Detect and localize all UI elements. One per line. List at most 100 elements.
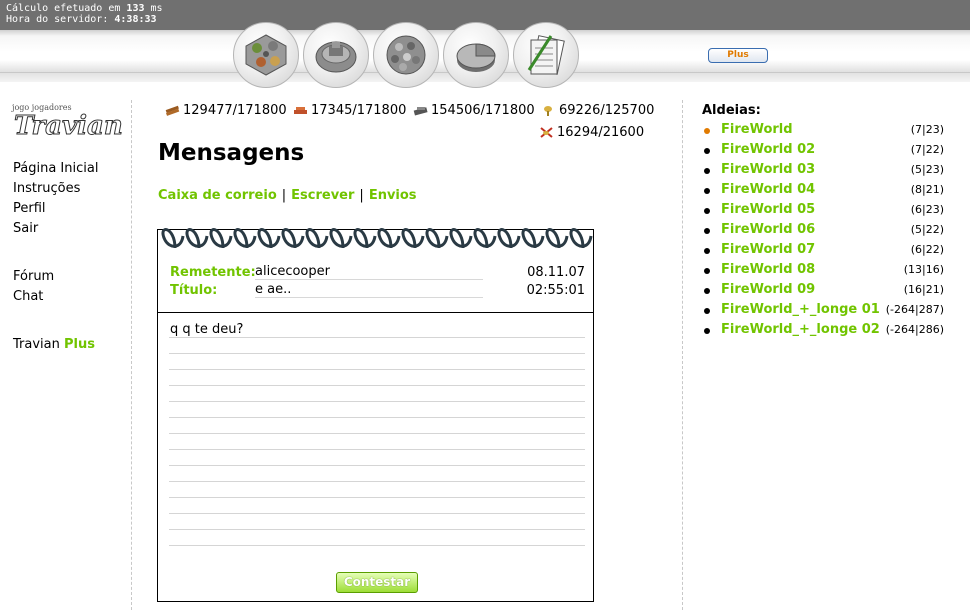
header-divider (158, 312, 593, 313)
village-coords: (13|16) (903, 263, 944, 276)
village-coords: (8|21) (910, 183, 944, 196)
ruled-line (169, 481, 585, 482)
ruled-line (169, 545, 585, 546)
spiral-ring (185, 228, 209, 249)
server-time: Hora do servidor: 4:38:33 (6, 14, 157, 25)
reply-button[interactable]: Contestar (336, 572, 418, 593)
village-overview-icon[interactable] (233, 22, 299, 88)
village-coords: (16|21) (903, 283, 944, 296)
ruled-line (169, 369, 585, 370)
village-row: FireWorld 07 (6|22) (704, 242, 944, 262)
sidebar-item-profile[interactable]: Perfil (13, 201, 46, 216)
sidebar-item-home[interactable]: Página Inicial (13, 161, 98, 176)
message-body: q q te deu? (170, 322, 244, 337)
village-row: FireWorld (7|23) (704, 122, 944, 142)
reports-messages-icon[interactable] (513, 22, 579, 88)
spiral-ring (473, 228, 497, 249)
ruled-line (169, 337, 585, 338)
spiral-ring (497, 228, 521, 249)
bullet-icon (704, 128, 710, 134)
village-coords: (7|23) (910, 123, 944, 136)
clay-icon (294, 107, 307, 114)
subnav-separator: | (359, 188, 364, 203)
village-coords: (-264|287) (885, 303, 944, 316)
ruled-line (169, 401, 585, 402)
svg-text:Travian: Travian (14, 111, 123, 139)
message-time: 02:55:01 (526, 283, 585, 298)
spiral-ring (545, 228, 569, 249)
bullet-icon (704, 188, 710, 194)
village-link[interactable]: FireWorld 04 (721, 182, 815, 197)
bullet-icon (704, 148, 710, 154)
spiral-ring (449, 228, 473, 249)
bullet-icon (704, 288, 710, 294)
sidebar-item-forum[interactable]: Fórum (13, 269, 54, 284)
bullet-icon (704, 228, 710, 234)
sidebar-item-logout[interactable]: Sair (13, 221, 38, 236)
village-link[interactable]: FireWorld 05 (721, 202, 815, 217)
bullet-icon (704, 168, 710, 174)
village-link[interactable]: FireWorld 06 (721, 222, 815, 237)
iron-icon (413, 107, 428, 116)
map-icon[interactable] (373, 22, 439, 88)
sidebar-item-instructions[interactable]: Instruções (13, 181, 80, 196)
ruled-line (169, 513, 585, 514)
village-link[interactable]: FireWorld (721, 122, 793, 137)
village-link[interactable]: FireWorld_+_longe 02 (721, 322, 880, 337)
resource-wood: 129477/171800 (165, 103, 287, 118)
ruled-line (169, 449, 585, 450)
village-row: FireWorld 06 (5|22) (704, 222, 944, 242)
bullet-icon (704, 308, 710, 314)
ruled-line (169, 353, 585, 354)
resource-crop-consumption: 16294/21600 (539, 125, 644, 140)
ruled-line (169, 529, 585, 530)
villages-title: Aldeias: (702, 103, 761, 118)
sidebar-item-travian-plus[interactable]: Travian Plus (13, 337, 95, 352)
spiral-ring (569, 228, 593, 249)
village-link[interactable]: FireWorld 08 (721, 262, 815, 277)
spiral-ring (257, 228, 281, 249)
resource-iron: 154506/171800 (413, 103, 535, 118)
village-link[interactable]: FireWorld 09 (721, 282, 815, 297)
village-coords: (-264|286) (885, 323, 944, 336)
left-column-divider (131, 100, 132, 610)
village-row: FireWorld_+_longe 01 (-264|287) (704, 302, 944, 322)
spiral-ring (329, 228, 353, 249)
wood-icon (165, 105, 180, 116)
village-center-icon[interactable] (303, 22, 369, 88)
village-coords: (6|23) (910, 203, 944, 216)
village-row: FireWorld 03 (5|23) (704, 162, 944, 182)
spiral-ring (377, 228, 401, 249)
crop-consumption-icon (540, 127, 553, 138)
village-link[interactable]: FireWorld 02 (721, 142, 815, 157)
tab-inbox[interactable]: Caixa de correio (158, 188, 277, 203)
village-link[interactable]: FireWorld 07 (721, 242, 815, 257)
village-coords: (5|23) (910, 163, 944, 176)
village-row: FireWorld 02 (7|22) (704, 142, 944, 162)
tab-sent[interactable]: Envios (369, 188, 417, 203)
sender-name[interactable]: alicecooper (255, 264, 483, 280)
village-link[interactable]: FireWorld_+_longe 01 (721, 302, 880, 317)
village-link[interactable]: FireWorld 03 (721, 162, 815, 177)
village-row: FireWorld 04 (8|21) (704, 182, 944, 202)
spiral-ring (425, 228, 449, 249)
tab-write[interactable]: Escrever (291, 188, 354, 203)
messages-subnav: Caixa de correio | Escrever | Envios (158, 188, 417, 203)
notebook-spiral-rings (161, 228, 593, 249)
statistics-icon[interactable] (443, 22, 509, 88)
ruled-line (169, 465, 585, 466)
subnav-separator: | (281, 188, 287, 203)
spiral-ring (305, 228, 329, 249)
plus-button[interactable]: Plus (708, 48, 768, 63)
sidebar-item-chat[interactable]: Chat (13, 289, 43, 304)
bullet-icon (704, 328, 710, 334)
ruled-line (169, 417, 585, 418)
spiral-ring (281, 228, 305, 249)
spiral-ring (209, 228, 233, 249)
crop-icon (544, 106, 552, 116)
bullet-icon (704, 248, 710, 254)
spiral-ring (233, 228, 257, 249)
page-title: Mensagens (158, 140, 305, 166)
travian-logo[interactable]: jogo jogadores Travian (8, 99, 128, 142)
bullet-icon (704, 268, 710, 274)
